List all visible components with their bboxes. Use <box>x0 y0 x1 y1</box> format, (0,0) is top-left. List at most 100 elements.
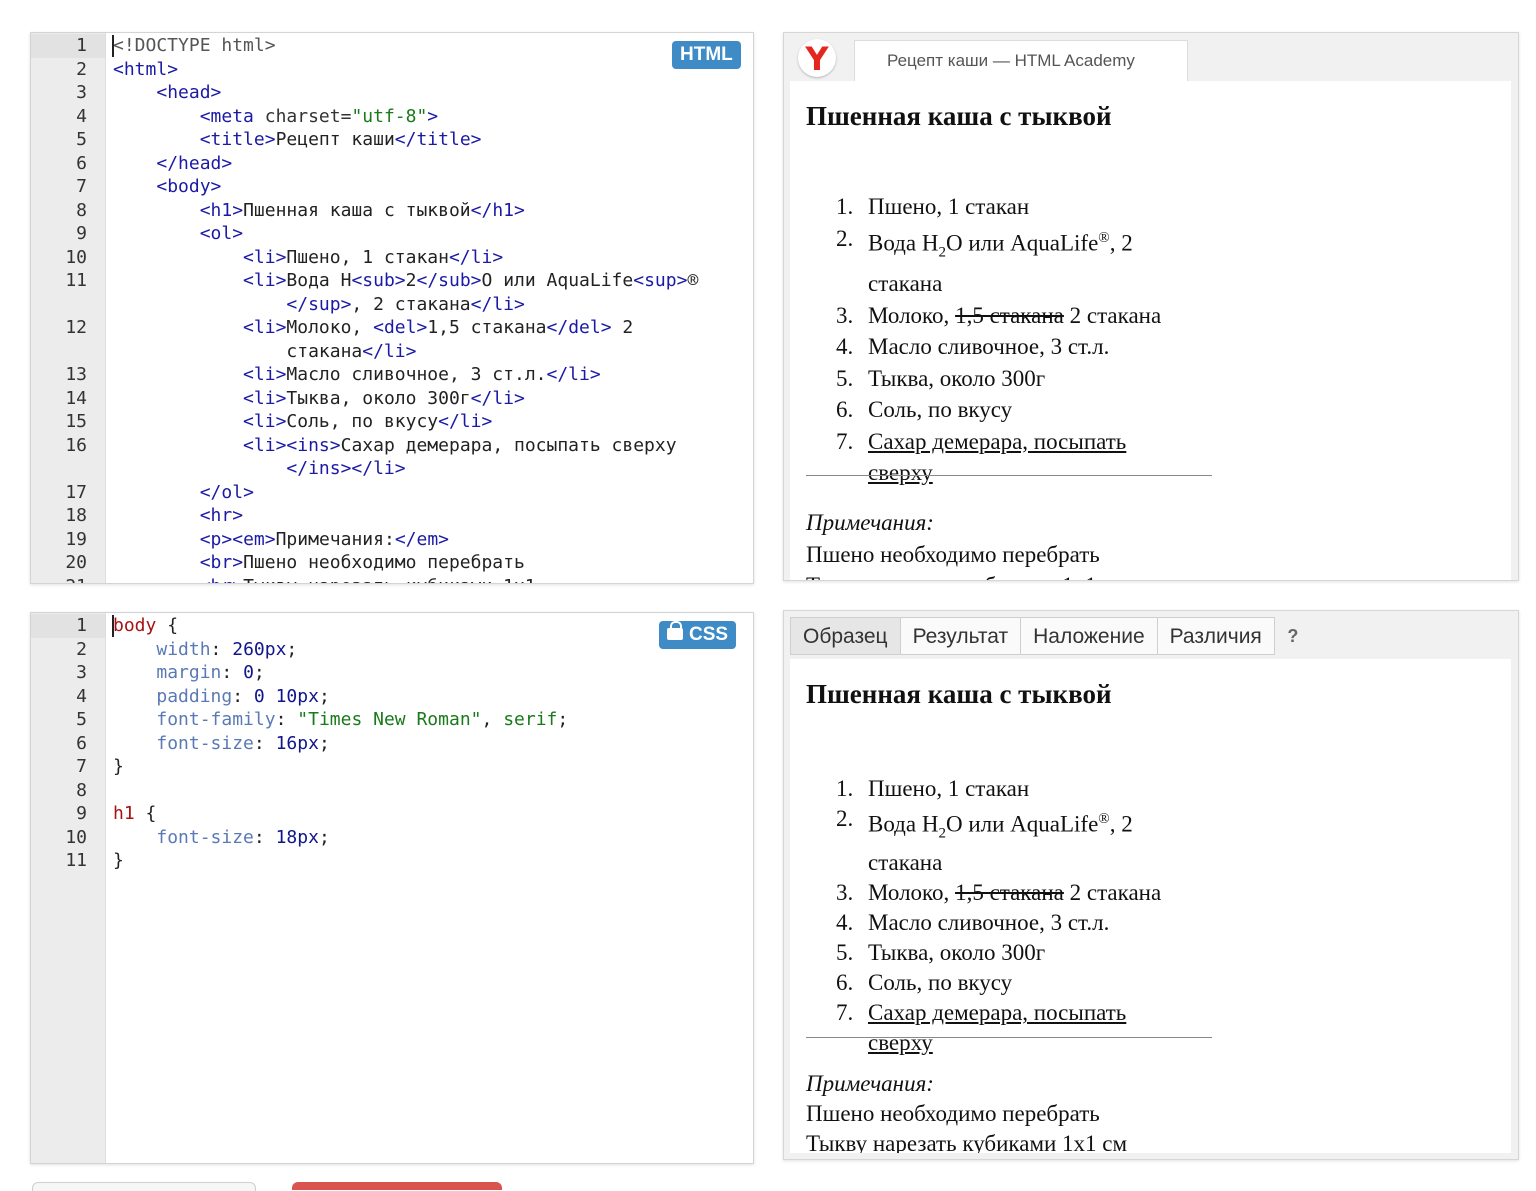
html-code-line[interactable]: <li>Пшено, 1 стакан</li> <box>113 246 503 270</box>
html-code-line[interactable]: <p><em>Примечания:</em> <box>113 528 449 552</box>
css-editor[interactable]: 1 body {2 width: 260px; 3 margin: 0; 4 padd… <box>30 612 754 1164</box>
css-line-number: 9 <box>76 803 87 824</box>
css-code-line[interactable]: font-size: 16px; <box>113 732 329 756</box>
item-text: 2 стакана <box>1063 880 1162 906</box>
subscript: 2 <box>938 243 946 260</box>
item-text: Тыква, около 300г <box>868 940 1046 966</box>
list-number: 3. <box>836 302 854 328</box>
html-code-line[interactable]: <h1>Пшенная каша с тыквой</h1> <box>113 199 525 223</box>
css-code-line[interactable]: } <box>113 755 124 779</box>
bottom-button-right[interactable] <box>292 1182 502 1190</box>
html-code-line[interactable]: </head> <box>113 152 232 176</box>
list-number: 5. <box>836 365 854 391</box>
html-code-line[interactable]: <li><ins>Сахар демерара, посыпать сверху <box>113 434 677 458</box>
css-code-line[interactable]: font-family: "Times New Roman", serif; <box>113 708 568 732</box>
html-code-line[interactable]: <head> <box>113 81 221 105</box>
css-line-number: 7 <box>76 756 87 777</box>
help-button[interactable]: ? <box>1274 617 1312 655</box>
html-line-number: 4 <box>76 105 87 127</box>
result-notes: Примечания: Пшено необходимо перебрать Тык… <box>806 507 1127 580</box>
browser-tab[interactable]: Рецепт каши — HTML Academy <box>854 40 1188 81</box>
html-code-line[interactable]: <li>Соль, по вкусу</li> <box>113 410 492 434</box>
bottom-button-left[interactable] <box>32 1182 256 1191</box>
compare-tab[interactable]: Наложение <box>1020 617 1158 655</box>
result-list-item: 5. Тыква, около 300г <box>806 363 1178 395</box>
css-line-number: 2 <box>76 638 87 660</box>
browser-preview: Y Рецепт каши — HTML Academy Пшенная каш… <box>783 32 1519 581</box>
html-code-line[interactable]: </ins></li> <box>113 457 405 481</box>
compare-tab[interactable]: Результат <box>899 617 1022 655</box>
html-line-number: 6 <box>76 152 87 174</box>
result-heading: Пшенная каша с тыквой <box>806 101 1112 131</box>
superscript: ® <box>1098 229 1110 246</box>
css-code-line[interactable]: } <box>113 849 124 873</box>
html-text-cursor <box>112 35 114 57</box>
sample-list-item: 3. Молоко, 1,5 стакана 2 стакана <box>806 878 1178 908</box>
html-code-line[interactable]: <ol> <box>113 222 243 246</box>
result-page: Пшенная каша с тыквой 1. Пшено, 1 стакан 2.… <box>790 81 1511 580</box>
item-text: Вода H <box>868 230 939 256</box>
css-code-line[interactable]: body { <box>113 614 178 638</box>
html-line-number: 3 <box>76 82 87 103</box>
note-line: Тыкву нарезать кубиками 1x1 см <box>806 573 1127 580</box>
html-code-line[interactable]: <li>Масло сливочное, 3 ст.л.</li> <box>113 363 601 387</box>
html-line-number: 18 <box>65 505 87 526</box>
css-code-line[interactable]: h1 { <box>113 802 156 826</box>
list-number: 3. <box>836 880 854 906</box>
css-code-line[interactable]: margin: 0; <box>113 661 264 685</box>
html-code-line[interactable]: <meta charset="utf-8"> <box>113 105 438 129</box>
list-number: 7. <box>836 428 854 454</box>
html-editor[interactable]: 1 <!DOCTYPE html> 2 <html> 3 <head> 4 <meta c… <box>30 32 754 584</box>
list-number: 6. <box>836 397 854 423</box>
html-line-number: 8 <box>76 199 87 221</box>
item-text: Молоко, <box>868 880 956 906</box>
html-code-line[interactable]: <br>Тыкву нарезать кубиками 1x1 <box>113 575 536 584</box>
css-badge-label: CSS <box>689 624 729 645</box>
item-text: Тыква, около 300г <box>868 365 1046 391</box>
result-list-item: 1. Пшено, 1 стакан <box>806 191 1178 223</box>
item-text: Пшено, 1 стакан <box>868 194 1030 219</box>
html-line-number: 11 <box>65 270 87 291</box>
compare-tab[interactable]: Образец <box>790 617 901 655</box>
css-line-number: 4 <box>76 685 87 707</box>
html-code-line[interactable]: стакана</li> <box>113 340 416 364</box>
list-number: 4. <box>836 910 854 936</box>
html-code-line[interactable]: <body> <box>113 175 221 199</box>
html-code-line[interactable]: <html> <box>113 58 178 82</box>
list-number: 4. <box>836 334 854 360</box>
item-text: Соль, по вкусу <box>868 970 1013 996</box>
result-list-item: 3. Молоко, 1,5 стакана 2 стакана <box>806 300 1178 332</box>
html-code-line[interactable]: <br>Пшено необходимо перебрать <box>113 551 525 575</box>
html-code-line[interactable]: <li>Тыква, около 300г</li> <box>113 387 525 411</box>
inserted-text: Сахар демерара, посыпать сверху <box>868 428 1127 486</box>
html-code-line[interactable]: <!DOCTYPE html> <box>113 34 276 58</box>
html-line-number: 7 <box>76 176 87 197</box>
list-number: 2. <box>836 806 854 831</box>
item-text: Масло сливочное, 3 ст.л. <box>868 334 1110 360</box>
css-line-number: 8 <box>76 779 87 801</box>
html-code-line[interactable]: </sup>, 2 стакана</li> <box>113 293 524 317</box>
css-code-line[interactable]: font-size: 18px; <box>113 826 329 850</box>
browser-tabbar: Y Рецепт каши — HTML Academy <box>784 33 1518 81</box>
html-code-line[interactable]: <hr> <box>113 504 243 528</box>
html-code-line[interactable]: <li>Молоко, <del>1,5 стакана</del> 2 <box>113 316 633 340</box>
item-text: O или AquaLife <box>945 230 1099 256</box>
css-code-line[interactable]: padding: 0 10px; <box>113 685 329 709</box>
compare-tab[interactable]: Различия <box>1156 617 1275 655</box>
notes-title: Примечания: <box>806 510 934 535</box>
css-code-line[interactable]: width: 260px; <box>113 638 297 662</box>
compare-tabs: Образец Результат Наложение Различия? <box>790 617 1311 655</box>
result-list-item: 4. Масло сливочное, 3 ст.л. <box>806 331 1178 363</box>
result-divider <box>806 475 1212 476</box>
item-text: Пшено, 1 стакан <box>868 776 1030 801</box>
item-text: O или AquaLife <box>945 811 1099 837</box>
list-number: 6. <box>836 970 854 996</box>
css-line-number: 11 <box>65 850 87 871</box>
list-number: 7. <box>836 1000 854 1026</box>
sample-heading: Пшенная каша с тыквой <box>806 679 1112 709</box>
css-line-number: 6 <box>76 732 87 754</box>
note-line: Тыкву нарезать кубиками 1x1 см <box>806 1131 1128 1153</box>
html-code-line[interactable]: </ol> <box>113 481 254 505</box>
html-code-line[interactable]: <li>Вода H<sub>2</sub>O или AquaLife<sup… <box>113 269 698 293</box>
html-code-line[interactable]: <title>Рецепт каши</title> <box>113 128 482 152</box>
